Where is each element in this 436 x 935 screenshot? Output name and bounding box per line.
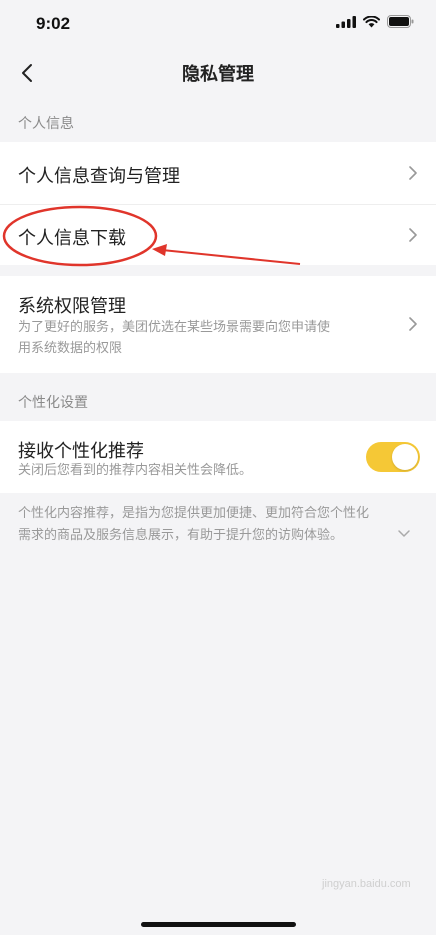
nav-bar: 隐私管理: [0, 48, 436, 98]
page-title: 隐私管理: [182, 64, 254, 85]
system-permission-card: 系统权限管理 为了更好的服务，美团优选在某些场景需要向您申请使 用系统数据的权限: [0, 276, 436, 373]
personal-info-query-manage-item[interactable]: 个人信息查询与管理: [0, 142, 436, 204]
personalization-explanation: 个性化内容推荐，是指为您提供更加便捷、更加符合您个性化 需求的商品及服务信息展示…: [18, 503, 398, 547]
chevron-right-icon: [409, 228, 417, 242]
personal-info-card: 个人信息查询与管理 个人信息下载: [0, 142, 436, 265]
system-permission-description-line1: 为了更好的服务，美团优选在某些场景需要向您申请使: [18, 320, 331, 335]
watermark: jingyan.baidu.com: [322, 878, 411, 890]
home-indicator: [141, 922, 296, 927]
chevron-right-icon: [409, 166, 417, 180]
personalized-recommendation-toggle[interactable]: [366, 442, 420, 472]
chevron-right-icon: [409, 317, 417, 331]
system-permission-item[interactable]: 系统权限管理 为了更好的服务，美团优选在某些场景需要向您申请使 用系统数据的权限: [0, 276, 436, 373]
personalized-recommendation-item: 接收个性化推荐 关闭后您看到的推荐内容相关性会降低。: [0, 421, 436, 493]
chevron-down-icon[interactable]: [396, 526, 412, 542]
personalized-recommendation-description: 关闭后您看到的推荐内容相关性会降低。: [18, 463, 253, 478]
status-time: 9:02: [36, 14, 71, 33]
toggle-knob: [392, 444, 418, 470]
personal-info-download-label: 个人信息下载: [18, 228, 126, 249]
system-permission-description-line2: 用系统数据的权限: [18, 341, 123, 356]
section-header-personal-info: 个人信息: [18, 116, 74, 132]
status-icons: [336, 15, 414, 28]
personalized-recommendation-label: 接收个性化推荐: [18, 441, 144, 462]
personalization-explanation-line2: 需求的商品及服务信息展示，有助于提升您的访购体验。: [18, 528, 344, 543]
section-header-personalization: 个性化设置: [18, 395, 88, 411]
system-permission-label: 系统权限管理: [18, 296, 126, 317]
personal-info-query-manage-label: 个人信息查询与管理: [18, 166, 180, 187]
battery-icon: [387, 15, 414, 28]
personal-info-download-item[interactable]: 个人信息下载: [0, 204, 436, 265]
status-bar: 9:02: [0, 0, 436, 48]
wifi-icon: [363, 15, 380, 27]
cellular-signal-icon: [336, 15, 356, 28]
personalization-card: 接收个性化推荐 关闭后您看到的推荐内容相关性会降低。: [0, 421, 436, 493]
personalization-explanation-line1: 个性化内容推荐，是指为您提供更加便捷、更加符合您个性化: [18, 506, 370, 521]
